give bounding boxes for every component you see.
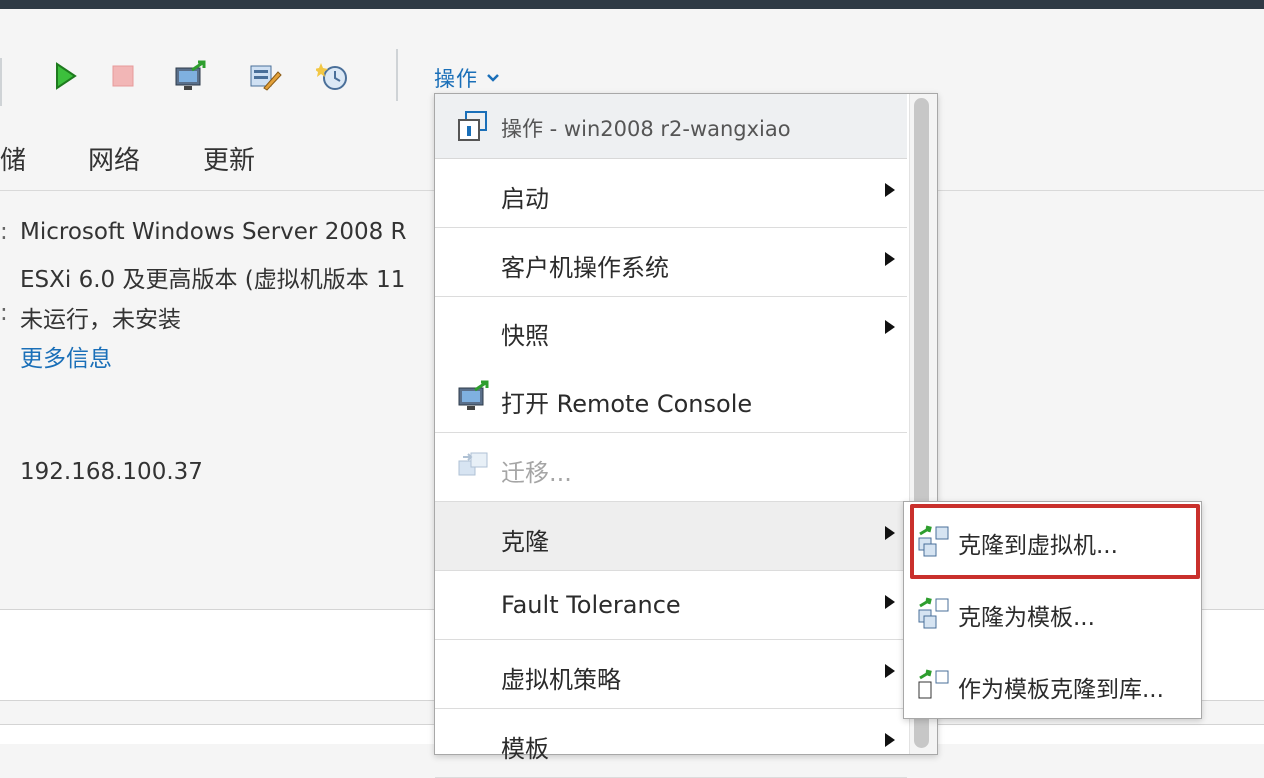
- tab-storage[interactable]: 储: [0, 140, 26, 177]
- submenu-item-clone-to-vm[interactable]: 克隆到虚拟机...: [904, 504, 1201, 576]
- tab-updates[interactable]: 更新: [203, 140, 255, 177]
- vm-icon: [458, 111, 487, 141]
- menu-item-power[interactable]: 启动: [435, 159, 907, 228]
- chevron-down-icon: [487, 74, 499, 82]
- menu-header: 操作 - win2008 r2-wangxiao: [435, 94, 907, 159]
- menu-item-label: 虚拟机策略: [501, 666, 621, 694]
- power-off-icon[interactable]: [106, 59, 140, 93]
- submenu-item-label: 作为模板克隆到库...: [958, 677, 1164, 703]
- submenu-arrow-icon: [885, 183, 895, 197]
- actions-menu-button[interactable]: 操作: [434, 63, 500, 93]
- menu-item-label: 迁移...: [501, 459, 572, 487]
- submenu-arrow-icon: [885, 733, 895, 747]
- menu-item-guest-os[interactable]: 客户机操作系统: [435, 228, 907, 297]
- tab-network[interactable]: 网络: [88, 140, 140, 177]
- power-on-icon[interactable]: [48, 59, 82, 93]
- top-banner: [0, 0, 1264, 9]
- menu-item-fault-tolerance[interactable]: Fault Tolerance: [435, 571, 907, 640]
- snapshot-icon[interactable]: [316, 59, 350, 93]
- menu-item-vm-policies[interactable]: 虚拟机策略: [435, 640, 907, 709]
- toolbar-separator: [0, 58, 2, 106]
- menu-header-title: 操作 - win2008 r2-wangxiao: [501, 117, 791, 141]
- submenu-item-label: 克隆为模板...: [958, 605, 1095, 631]
- label-colon: :: [0, 219, 8, 245]
- actions-dropdown-menu: 操作 - win2008 r2-wangxiao 启动 客户机操作系统 快照 打…: [434, 93, 938, 778]
- submenu-arrow-icon: [885, 526, 895, 540]
- menu-item-clone[interactable]: 克隆: [435, 502, 907, 571]
- clone-to-library-icon: [918, 669, 949, 699]
- menu-item-label: 打开 Remote Console: [501, 390, 753, 418]
- remote-console-icon[interactable]: [174, 59, 208, 93]
- compatibility-value: ESXi 6.0 及更高版本 (虚拟机版本 11: [20, 267, 406, 293]
- menu-item-label: Fault Tolerance: [501, 591, 681, 619]
- menu-item-remote-console[interactable]: 打开 Remote Console: [435, 364, 907, 433]
- remote-console-icon: [458, 380, 489, 410]
- clone-submenu: 克隆到虚拟机... 克隆为模板... 作为模板克隆到库...: [903, 501, 1202, 719]
- clone-to-template-icon: [918, 597, 949, 629]
- edit-settings-icon[interactable]: [248, 59, 282, 93]
- menu-item-snapshots[interactable]: 快照: [435, 296, 907, 364]
- menu-item-migrate: 迁移...: [435, 433, 907, 502]
- migrate-icon: [458, 452, 488, 476]
- toolbar-separator: [396, 49, 398, 101]
- submenu-item-clone-to-library[interactable]: 作为模板克隆到库...: [904, 648, 1201, 720]
- submenu-arrow-icon: [885, 595, 895, 609]
- label-colon: :: [0, 300, 8, 326]
- menu-item-label: 克隆: [501, 528, 549, 556]
- submenu-arrow-icon: [885, 664, 895, 678]
- vmware-tools-value: 未运行，未安装: [20, 307, 181, 333]
- guest-os-value: Microsoft Windows Server 2008 R: [20, 219, 407, 245]
- menu-item-label: 启动: [501, 185, 549, 213]
- actions-label: 操作: [434, 67, 478, 91]
- ip-address-value: 192.168.100.37: [20, 459, 203, 485]
- menu-item-label: 模板: [501, 735, 549, 763]
- submenu-arrow-icon: [885, 320, 895, 334]
- clone-to-vm-icon: [918, 525, 949, 557]
- submenu-arrow-icon: [885, 252, 895, 266]
- more-info-link[interactable]: 更多信息: [20, 339, 112, 373]
- menu-item-label: 客户机操作系统: [501, 254, 669, 282]
- submenu-item-label: 克隆到虚拟机...: [958, 533, 1118, 559]
- menu-item-label: 快照: [501, 322, 549, 350]
- submenu-item-clone-to-template[interactable]: 克隆为模板...: [904, 576, 1201, 648]
